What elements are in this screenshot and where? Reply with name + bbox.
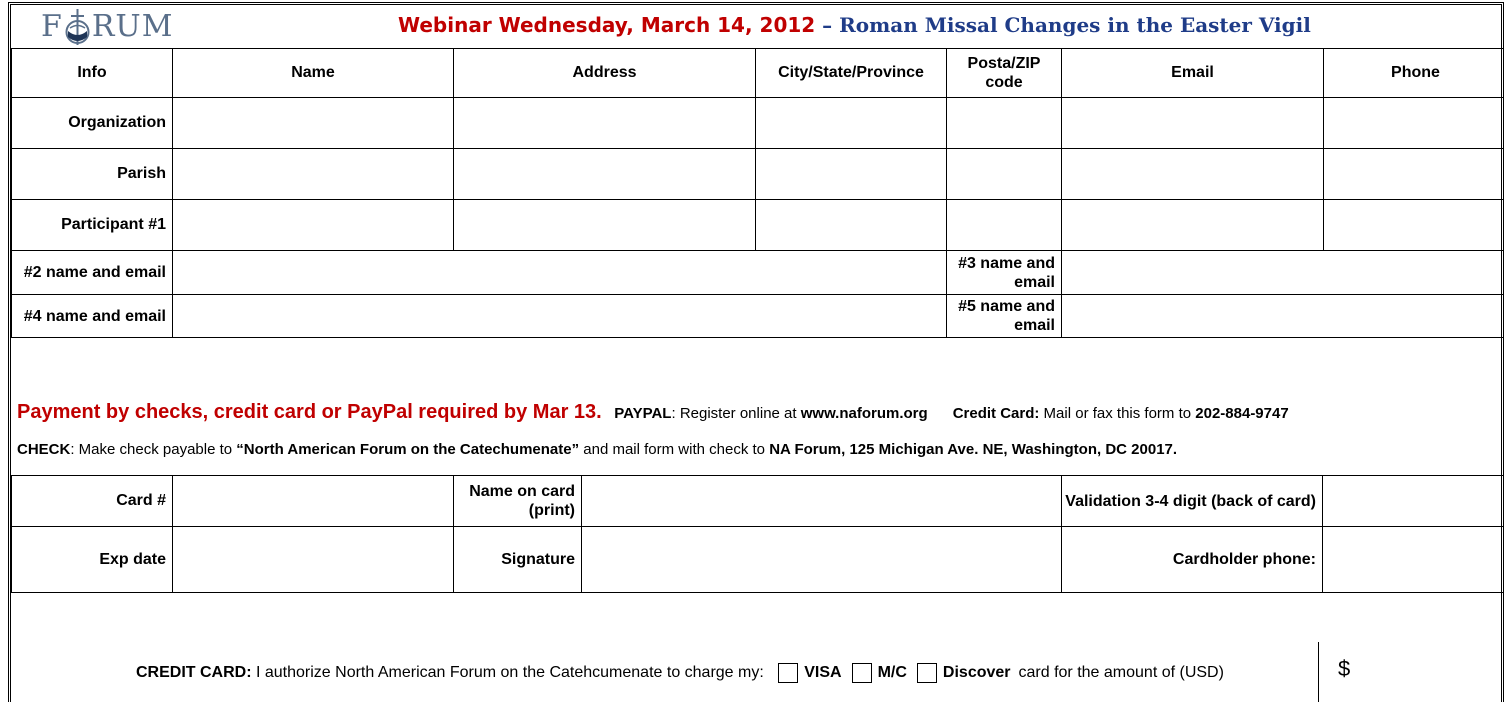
check-payee: “North American Forum on the Catechumena… <box>236 441 580 458</box>
parish-zip-field[interactable] <box>946 148 1062 200</box>
card-number-label: Card # <box>11 475 173 527</box>
row-label: #3 name and email <box>946 250 1062 295</box>
table-row: #2 name and email #3 name and email <box>11 250 1504 295</box>
exp-date-field[interactable] <box>172 526 454 593</box>
paypal-text: : Register online at <box>671 405 801 422</box>
title-date: Webinar Wednesday, March 14, 2012 <box>398 13 816 37</box>
organization-phone-field[interactable] <box>1323 97 1504 149</box>
fax-number: 202-884-9747 <box>1195 405 1289 422</box>
authorization-text: CREDIT CARD: I authorize North American … <box>136 663 1224 683</box>
table-row: Organization <box>11 97 1504 149</box>
table-header-row: Info Name Address City/State/Province Po… <box>11 48 1504 98</box>
mailing-address: NA Forum, 125 Michigan Ave. NE, Washingt… <box>769 441 1178 458</box>
title-dash: – <box>815 13 840 37</box>
check-label: CHECK <box>17 441 71 458</box>
paypal-label: PAYPAL <box>614 405 672 422</box>
cardholder-phone-field[interactable] <box>1322 526 1504 593</box>
row-label: Organization <box>11 97 173 149</box>
check-text: : Make check payable to <box>70 441 237 458</box>
participant1-phone-field[interactable] <box>1323 199 1504 251</box>
discover-label: Discover <box>942 664 1011 681</box>
row-label: #2 name and email <box>11 250 173 295</box>
divider <box>1318 642 1319 702</box>
column-header: Phone <box>1323 48 1504 98</box>
currency-symbol: $ <box>1338 656 1351 681</box>
card-number-field[interactable] <box>172 475 454 527</box>
participant1-name-field[interactable] <box>172 199 454 251</box>
discover-checkbox[interactable] <box>916 663 937 683</box>
exp-date-label: Exp date <box>11 526 173 593</box>
authorization-statement: I authorize North American Forum on the … <box>251 664 769 681</box>
participant1-address-field[interactable] <box>453 199 756 251</box>
organization-email-field[interactable] <box>1061 97 1324 149</box>
participant1-email-field[interactable] <box>1061 199 1324 251</box>
organization-city-field[interactable] <box>755 97 947 149</box>
authorization-row: CREDIT CARD: I authorize North American … <box>11 642 1501 702</box>
column-header: Info <box>11 48 173 98</box>
organization-name-field[interactable] <box>172 97 454 149</box>
check-text-2: and mail form with check to <box>579 441 770 458</box>
globe-cross-icon <box>65 9 90 45</box>
row-label: #5 name and email <box>946 294 1062 338</box>
form-header: F RUM Webinar Wednesday, March 14, 2012 … <box>11 5 1501 48</box>
validation-label: Validation 3-4 digit (back of card) <box>1061 475 1323 527</box>
organization-zip-field[interactable] <box>946 97 1062 149</box>
parish-address-field[interactable] <box>453 148 756 200</box>
participant2-field[interactable] <box>172 250 947 295</box>
column-header: Address <box>453 48 756 98</box>
table-row: #4 name and email #5 name and email <box>11 294 1504 338</box>
forum-logo: F RUM <box>41 9 174 45</box>
participant1-city-field[interactable] <box>755 199 947 251</box>
payment-line-1: Payment by checks, credit card or PayPal… <box>17 401 1289 424</box>
payment-headline: Payment by checks, credit card or PayPal… <box>17 401 602 423</box>
name-on-card-label: Name on card (print) <box>453 475 582 527</box>
amount-text: card for the amount of (USD) <box>1018 664 1224 681</box>
mc-label: M/C <box>877 664 907 681</box>
amount-field[interactable]: $ <box>1338 656 1350 682</box>
participant3-field[interactable] <box>1061 250 1504 295</box>
credit-card-label: Credit Card: <box>952 405 1040 422</box>
payment-line-2: CHECK: Make check payable to “North Amer… <box>17 441 1177 458</box>
table-row: Parish <box>11 148 1504 200</box>
parish-email-field[interactable] <box>1061 148 1324 200</box>
participant5-field[interactable] <box>1061 294 1504 338</box>
signature-field[interactable] <box>581 526 1062 593</box>
visa-label: VISA <box>804 664 842 681</box>
registration-table: Info Name Address City/State/Province Po… <box>11 48 1504 338</box>
mc-checkbox[interactable] <box>851 663 872 683</box>
card-details-table: Card # Name on card (print) Validation 3… <box>11 475 1504 593</box>
parish-phone-field[interactable] <box>1323 148 1504 200</box>
registration-form: F RUM Webinar Wednesday, March 14, 2012 … <box>8 2 1504 702</box>
parish-name-field[interactable] <box>172 148 454 200</box>
title-topic: Roman Missal Changes in the Easter Vigil <box>839 13 1311 37</box>
column-header: Email <box>1061 48 1324 98</box>
signature-label: Signature <box>453 526 582 593</box>
validation-field[interactable] <box>1322 475 1504 527</box>
organization-address-field[interactable] <box>453 97 756 149</box>
paypal-link[interactable]: www.naforum.org <box>801 405 928 422</box>
payment-instructions: Payment by checks, credit card or PayPal… <box>11 387 1501 475</box>
cardholder-phone-label: Cardholder phone: <box>1061 526 1323 593</box>
column-header: Posta/ZIP code <box>946 48 1062 98</box>
table-row: Participant #1 <box>11 199 1504 251</box>
row-label: #4 name and email <box>11 294 173 338</box>
credit-card-text: Mail or fax this form to <box>1039 405 1196 422</box>
column-header: Name <box>172 48 454 98</box>
page-title: Webinar Wednesday, March 14, 2012 – Roma… <box>398 13 1311 38</box>
visa-checkbox[interactable] <box>778 663 799 683</box>
row-label: Participant #1 <box>11 199 173 251</box>
parish-city-field[interactable] <box>755 148 947 200</box>
row-label: Parish <box>11 148 173 200</box>
participant4-field[interactable] <box>172 294 947 338</box>
table-row: Card # Name on card (print) Validation 3… <box>11 475 1504 527</box>
participant1-zip-field[interactable] <box>946 199 1062 251</box>
column-header: City/State/Province <box>755 48 947 98</box>
name-on-card-field[interactable] <box>581 475 1062 527</box>
table-row: Exp date Signature Cardholder phone: <box>11 526 1504 593</box>
authorization-label: CREDIT CARD: <box>136 664 252 681</box>
